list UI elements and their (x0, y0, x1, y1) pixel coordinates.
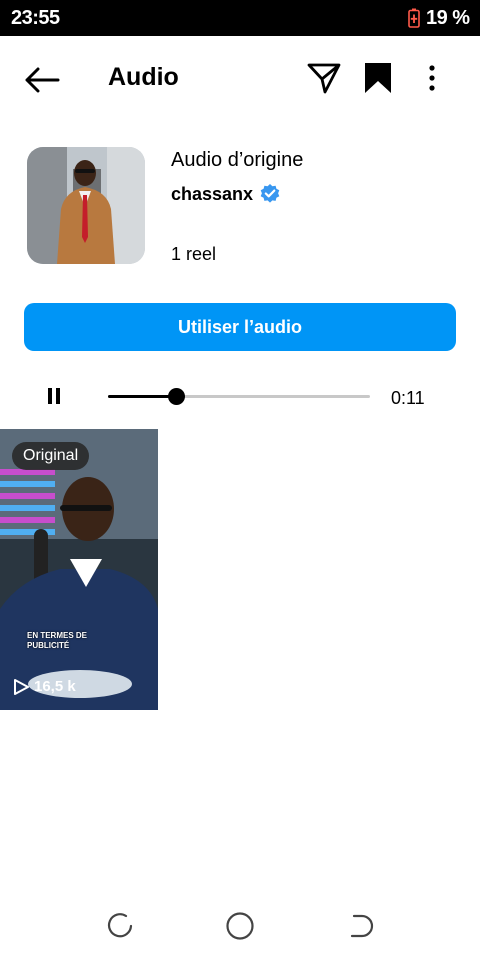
playback-progress-bar[interactable] (108, 388, 370, 405)
status-bar: 23:55 19 % (0, 0, 480, 36)
paper-plane-icon (307, 63, 341, 94)
reel-caption-overlay: EN TERMES DE PUBLICITÉ (27, 631, 97, 651)
top-bar: Audio (0, 36, 480, 120)
progress-fill (108, 395, 177, 398)
home-button[interactable] (220, 906, 260, 946)
cover-photo (27, 147, 145, 264)
artist-row[interactable]: chassanx (171, 183, 281, 205)
verified-badge-icon (260, 184, 280, 203)
use-audio-button[interactable]: Utiliser l’audio (24, 303, 456, 351)
playback-time: 0:11 (391, 388, 425, 408)
home-circle-icon (226, 912, 254, 940)
bookmark-icon (365, 63, 391, 93)
reel-count: 1 reel (171, 244, 217, 264)
share-button[interactable] (304, 58, 344, 98)
battery-icon (408, 8, 420, 28)
recent-apps-icon (107, 913, 133, 938)
play-icon (14, 678, 29, 695)
battery-percentage: 19 % (426, 7, 470, 29)
system-navigation-bar (0, 900, 480, 960)
more-options-button[interactable] (416, 58, 448, 98)
back-button[interactable] (20, 60, 64, 100)
arrow-left-icon (25, 67, 60, 93)
view-count: 16,5 k (13, 678, 76, 695)
reel-thumbnail-image (0, 429, 158, 710)
pause-button[interactable] (40, 382, 68, 410)
status-time: 23:55 (11, 7, 60, 29)
scrubber-handle[interactable] (168, 388, 186, 405)
back-nav-icon (350, 914, 374, 938)
artist-name[interactable]: chassanx (171, 184, 253, 205)
page-title: Audio (108, 63, 179, 91)
recent-apps-button[interactable] (100, 906, 140, 946)
pause-icon (48, 388, 60, 404)
reel-caption-text: EN TERMES DE PUBLICITÉ (27, 631, 88, 650)
view-count-text: 16,5 k (34, 678, 76, 695)
more-vertical-icon (429, 65, 435, 91)
original-badge: Original (12, 442, 90, 470)
save-button[interactable] (360, 58, 396, 98)
reel-thumbnail[interactable]: Original 16,5 k EN TERMES DE PUBLICITÉ (0, 429, 158, 710)
audio-title: Audio d’origine (171, 149, 304, 171)
back-nav-button[interactable] (340, 906, 380, 946)
audio-cover-image[interactable] (27, 147, 145, 264)
